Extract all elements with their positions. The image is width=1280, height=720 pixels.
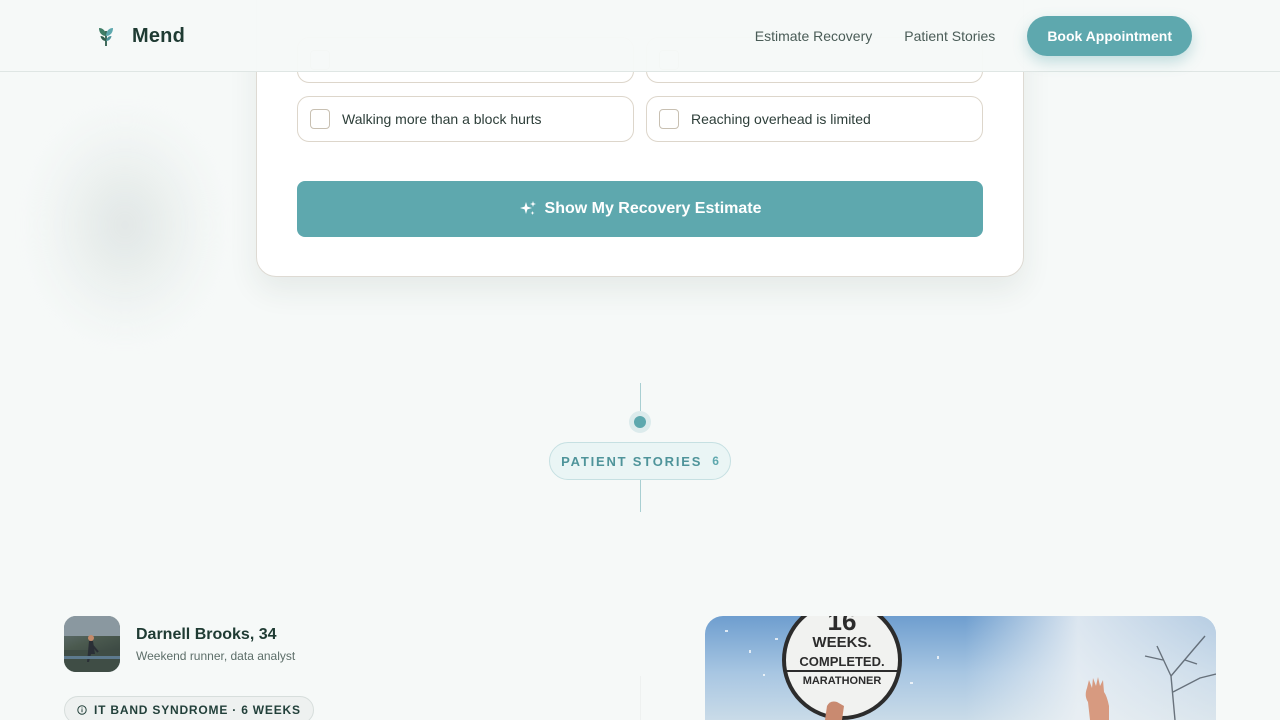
checkbox[interactable] — [310, 109, 330, 129]
sparkle-icon — [519, 201, 536, 215]
nav-link-estimate-recovery[interactable]: Estimate Recovery — [755, 28, 872, 44]
condition-tag: IT BAND SYNDROME · 6 WEEKS — [64, 696, 314, 720]
checkbox[interactable] — [659, 109, 679, 129]
nav-link-patient-stories[interactable]: Patient Stories — [904, 28, 995, 44]
stories-count: 6 — [712, 454, 719, 468]
site-header: Mend Estimate Recovery Patient Stories B… — [0, 0, 1280, 72]
symptom-option-reaching[interactable]: Reaching overhead is limited — [646, 96, 983, 142]
brand[interactable]: Mend — [96, 24, 185, 48]
patient-stories-badge: PATIENT STORIES 6 — [549, 442, 731, 480]
sign-line-1: WEEKS. — [812, 634, 871, 651]
patient-description: Weekend runner, data analyst — [136, 649, 296, 663]
brand-name: Mend — [132, 24, 186, 47]
timeline-dot — [629, 411, 651, 433]
condition-label: IT BAND SYNDROME · 6 WEEKS — [94, 703, 301, 717]
symptom-option-walking[interactable]: Walking more than a block hurts — [297, 96, 634, 142]
leaf-logo-icon — [99, 28, 113, 47]
book-appointment-button[interactable]: Book Appointment — [1027, 16, 1192, 56]
decorative-blur — [30, 110, 220, 340]
info-icon — [77, 705, 87, 715]
divider-line — [640, 676, 641, 720]
main-nav: Estimate Recovery Patient Stories Book A… — [755, 16, 1192, 56]
section-label: PATIENT STORIES — [561, 453, 703, 469]
option-label: Walking more than a block hurts — [342, 111, 542, 127]
avatar — [64, 616, 120, 672]
sign-number: 16 — [828, 616, 857, 636]
patient-name: Darnell Brooks, 34 — [136, 626, 277, 643]
sign-line-3: MARATHONER — [803, 675, 882, 687]
divider-line — [640, 480, 641, 512]
divider-line — [640, 383, 641, 411]
story-photo: 16 WEEKS. COMPLETED. MARATHONER — [705, 616, 1216, 720]
sign-line-2: COMPLETED. — [799, 654, 884, 669]
submit-label: Show My Recovery Estimate — [544, 200, 762, 217]
show-recovery-estimate-button[interactable]: Show My Recovery Estimate — [297, 181, 983, 237]
option-label: Reaching overhead is limited — [691, 111, 871, 127]
